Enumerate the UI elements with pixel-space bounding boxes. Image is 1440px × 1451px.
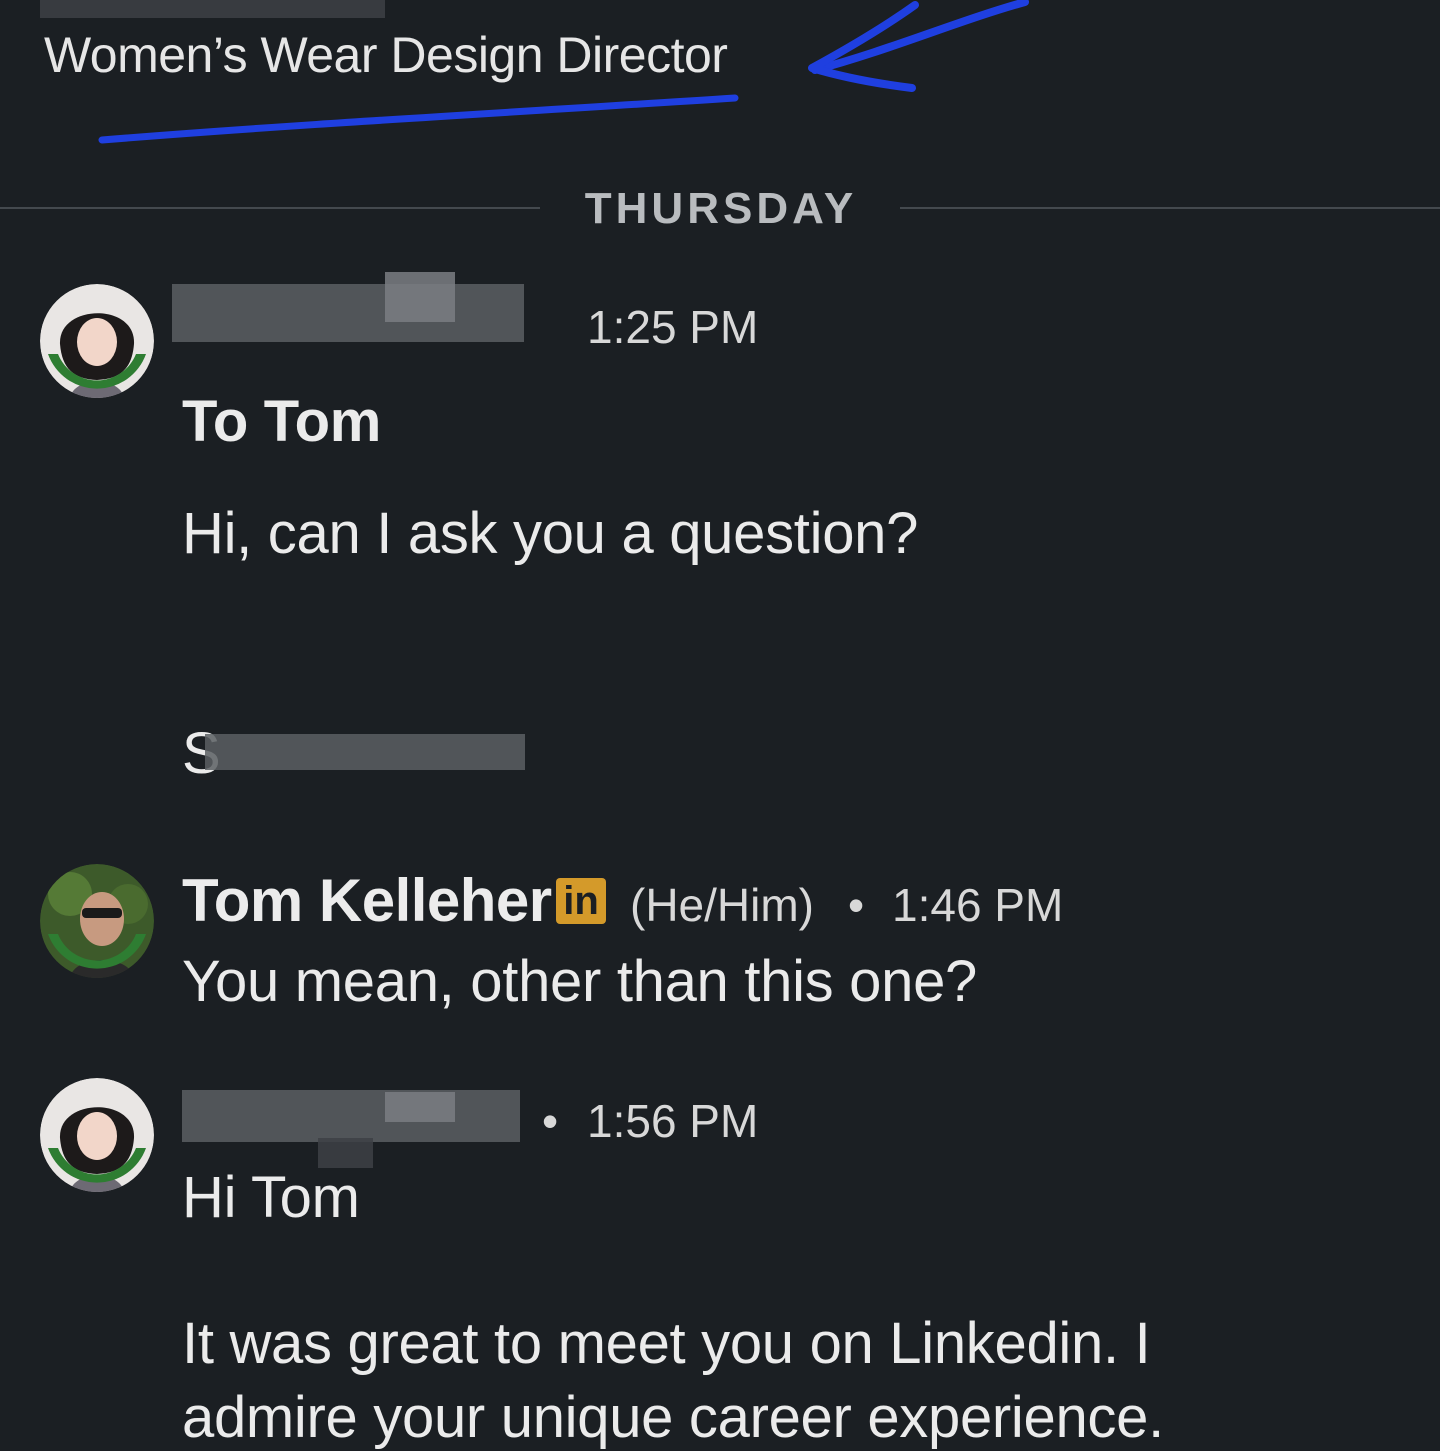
linkedin-badge-icon: in <box>556 878 606 924</box>
separator-dot: • <box>848 879 865 931</box>
annotation-arrow-icon <box>98 0 1029 144</box>
redacted-sender <box>172 284 524 342</box>
message-line: It was great to meet you on Linkedin. I <box>182 1311 1151 1376</box>
sender-name[interactable]: Tom Kelleher <box>182 866 552 935</box>
message-line: admire your unique career experience. <box>182 1385 1164 1450</box>
sender-pronouns: (He/Him) <box>630 879 814 931</box>
open-to-work-avatar-icon <box>40 1078 154 1192</box>
avatar[interactable] <box>40 1078 154 1192</box>
separator-dot: • <box>542 1095 559 1147</box>
open-to-work-avatar-icon <box>40 864 154 978</box>
message-time: 1:25 PM <box>587 301 759 353</box>
divider-line-right <box>900 207 1440 209</box>
message-line: To Tom <box>182 389 381 454</box>
redacted-sender <box>385 272 455 322</box>
redacted-sender <box>385 1092 455 1122</box>
open-to-work-avatar-icon <box>40 284 154 398</box>
redacted-sender <box>182 1090 520 1142</box>
avatar[interactable] <box>40 284 154 398</box>
divider-line-left <box>0 207 540 209</box>
day-divider: THURSDAY <box>584 184 858 233</box>
message-time: 1:46 PM <box>892 879 1064 931</box>
message-line: Hi Tom <box>182 1165 360 1230</box>
message-line: Hi, can I ask you a question? <box>182 501 919 566</box>
redacted-signature <box>205 734 525 770</box>
message-line: You mean, other than this one? <box>182 949 978 1014</box>
message-time: 1:56 PM <box>587 1095 759 1147</box>
avatar[interactable] <box>40 864 154 978</box>
